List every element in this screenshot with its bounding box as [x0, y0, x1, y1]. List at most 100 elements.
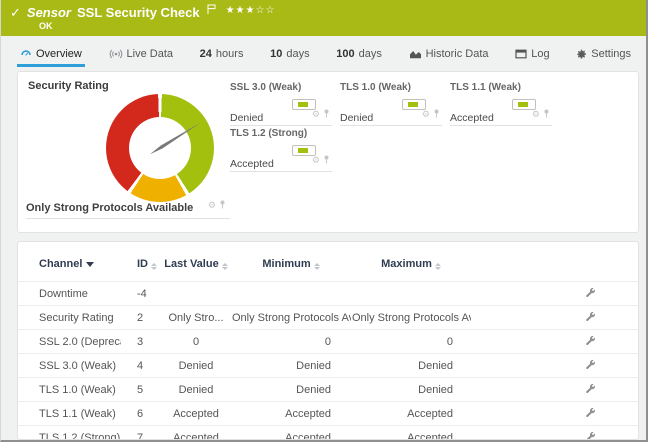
column-header-maximum[interactable]: Maximum	[351, 252, 471, 282]
channel-settings-wrench-icon[interactable]	[585, 311, 596, 322]
status-badge: OK	[39, 21, 636, 31]
tab-live-data[interactable]: Live Data	[106, 46, 176, 67]
column-header-channel[interactable]: Channel	[18, 252, 121, 282]
gear-icon[interactable]: ⚙	[312, 156, 320, 165]
cell-minimum: Only Strong Protocols Available	[231, 306, 351, 330]
priority-stars[interactable]: ★★★☆☆	[226, 3, 276, 18]
cell-minimum: Accepted	[231, 426, 351, 441]
cell-minimum	[231, 282, 351, 306]
star-filled-icon[interactable]: ★	[236, 5, 246, 16]
channel-settings-wrench-icon[interactable]	[585, 407, 596, 418]
channels-table: Channel ID Last Value Minimum Maximum	[18, 252, 638, 440]
tab-number: 100	[336, 48, 354, 60]
cell-channel[interactable]: Security Rating	[18, 306, 121, 330]
table-row: Downtime-4	[18, 282, 638, 306]
cell-channel[interactable]: TLS 1.0 (Weak)	[18, 378, 121, 402]
cell-last-value: Accepted	[161, 402, 231, 426]
pin-icon[interactable]	[323, 151, 330, 169]
table-row: SSL 2.0 (Deprecated)3000	[18, 330, 638, 354]
star-empty-icon[interactable]: ☆	[265, 5, 275, 16]
tab-settings[interactable]: Settings	[573, 46, 634, 67]
table-row: TLS 1.0 (Weak)5DeniedDeniedDenied	[18, 378, 638, 402]
cell-channel[interactable]: SSL 2.0 (Deprecated)	[18, 330, 121, 354]
widget-title: TLS 1.1 (Weak)	[450, 82, 552, 94]
cell-channel[interactable]: SSL 3.0 (Weak)	[18, 354, 121, 378]
cell-maximum: Denied	[351, 378, 471, 402]
tab-label: days	[286, 48, 309, 60]
tab-log[interactable]: Log	[512, 46, 552, 67]
cell-maximum	[351, 282, 471, 306]
tab-label: Log	[531, 48, 549, 60]
star-filled-icon[interactable]: ★	[226, 5, 236, 16]
widget-title: TLS 1.2 (Strong)	[230, 128, 332, 140]
tab-bar: Overview Live Data 24hours 10days 100 days His…	[1, 43, 646, 67]
channel-widget-ssl-3-0-weak: SSL 3.0 (Weak)Denied⚙	[230, 82, 332, 126]
cell-id: 7	[121, 426, 161, 441]
cell-channel[interactable]: TLS 1.1 (Weak)	[18, 402, 121, 426]
sort-icon	[151, 263, 157, 270]
gauge-status-row: Only Strong Protocols Available ⚙	[26, 198, 230, 219]
tab-100-days[interactable]: 100 days	[333, 46, 385, 67]
gauge-panel-title: Security Rating	[28, 80, 109, 92]
tab-overview[interactable]: Overview	[17, 46, 85, 67]
channel-settings-wrench-icon[interactable]	[585, 359, 596, 370]
gauge-status-text: Only Strong Protocols Available	[26, 202, 193, 214]
gauge-icon	[20, 49, 32, 59]
cell-channel[interactable]: TLS 1.2 (Strong)	[18, 426, 121, 441]
gear-icon[interactable]: ⚙	[312, 110, 320, 119]
live-data-icon	[109, 49, 123, 59]
widget-title: SSL 3.0 (Weak)	[230, 82, 332, 94]
overview-gauge-panel: Security Rating SSL 3.0 (Weak)Denied⚙TLS…	[17, 71, 639, 233]
status-check-icon: ✓	[10, 5, 21, 20]
table-row: Security Rating2Only Stro...Only Strong …	[18, 306, 638, 330]
table-row: SSL 3.0 (Weak)4DeniedDeniedDenied	[18, 354, 638, 378]
table-row: TLS 1.2 (Strong)7AcceptedAcceptedAccepte…	[18, 426, 638, 441]
page-title: SSL Security Check	[77, 5, 200, 20]
channel-settings-wrench-icon[interactable]	[585, 383, 596, 394]
sort-desc-icon	[86, 262, 94, 267]
widget-value: Denied	[340, 112, 373, 125]
tab-historic-data[interactable]: Historic Data	[406, 46, 492, 67]
channel-widget-tls-1-1-weak: TLS 1.1 (Weak) Accepted ⚙	[450, 82, 552, 126]
pin-icon[interactable]	[543, 105, 550, 123]
star-empty-icon[interactable]: ☆	[255, 5, 265, 16]
widget-value: Accepted	[230, 158, 274, 171]
cell-last-value	[161, 282, 231, 306]
flag-icon[interactable]	[207, 2, 216, 17]
column-header-id[interactable]: ID	[121, 252, 161, 282]
sort-icon	[314, 263, 320, 270]
gear-icon[interactable]: ⚙	[422, 110, 430, 119]
pin-icon[interactable]	[433, 105, 440, 123]
tab-label: Settings	[591, 48, 631, 60]
gear-icon[interactable]: ⚙	[208, 201, 216, 210]
log-icon	[515, 49, 527, 59]
column-header-last-value[interactable]: Last Value	[161, 252, 231, 282]
widget-title: TLS 1.0 (Weak)	[340, 82, 442, 94]
tab-label: days	[359, 48, 382, 60]
cell-id: 2	[121, 306, 161, 330]
channel-settings-wrench-icon[interactable]	[585, 335, 596, 346]
cell-maximum: Accepted	[351, 426, 471, 441]
cell-maximum: 0	[351, 330, 471, 354]
tab-number: 24	[200, 48, 212, 60]
cell-last-value: Denied	[161, 378, 231, 402]
tab-10-days[interactable]: 10days	[267, 46, 313, 67]
gear-icon[interactable]: ⚙	[532, 110, 540, 119]
cell-id: 4	[121, 354, 161, 378]
cell-channel[interactable]: Downtime	[18, 282, 121, 306]
sort-icon	[435, 263, 441, 270]
channel-widget-tls-1-0-weak: TLS 1.0 (Weak) Denied ⚙	[340, 82, 442, 126]
sensor-header: ✓ Sensor SSL Security Check ★★★☆☆ OK	[1, 0, 646, 36]
widget-value: Accepted	[450, 112, 494, 125]
cell-id: 3	[121, 330, 161, 354]
pin-icon[interactable]	[323, 105, 330, 123]
channel-settings-wrench-icon[interactable]	[585, 287, 596, 298]
column-header-minimum[interactable]: Minimum	[231, 252, 351, 282]
cell-maximum: Accepted	[351, 402, 471, 426]
tab-24-hours[interactable]: 24hours	[197, 46, 247, 67]
tab-label: Historic Data	[426, 48, 489, 60]
cell-minimum: Accepted	[231, 402, 351, 426]
pin-icon[interactable]	[219, 196, 226, 214]
star-filled-icon[interactable]: ★	[246, 5, 256, 16]
channel-settings-wrench-icon[interactable]	[585, 431, 596, 441]
